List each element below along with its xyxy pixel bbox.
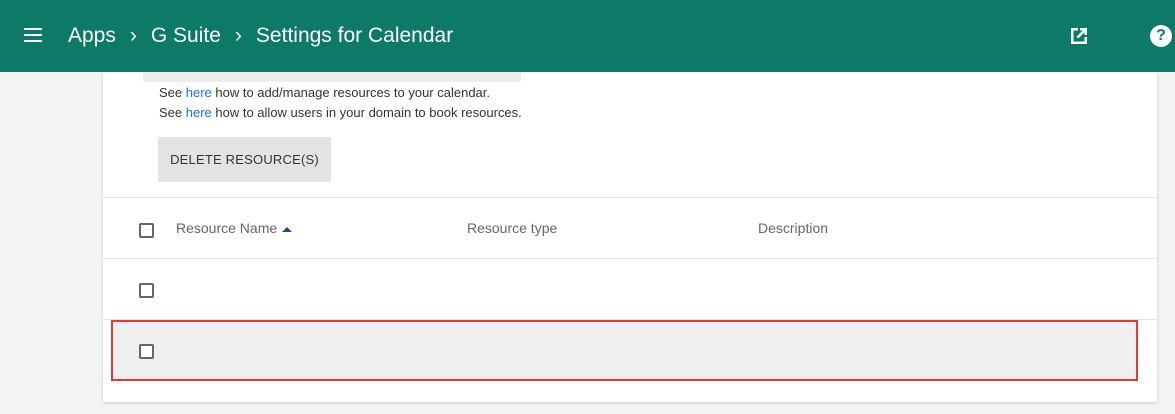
chevron-right-icon: › <box>129 24 137 47</box>
breadcrumb: Apps › G Suite › Settings for Calendar <box>68 22 453 50</box>
chevron-right-icon: › <box>234 24 242 47</box>
column-header-resource-type[interactable]: Resource type <box>467 220 557 236</box>
help-text-booking: See here how to allow users in your doma… <box>159 105 522 120</box>
truncated-text-fragment <box>749 72 773 76</box>
here-link-booking[interactable]: here <box>186 105 212 120</box>
divider <box>103 258 1157 259</box>
breadcrumb-apps[interactable]: Apps <box>68 24 116 47</box>
delete-resources-button[interactable]: DELETE RESOURCE(S) <box>158 137 331 182</box>
help-text-add-resources: See here how to add/manage resources to … <box>159 85 491 100</box>
breadcrumb-gsuite[interactable]: G Suite <box>151 24 221 47</box>
here-link-add-resources[interactable]: here <box>186 85 212 100</box>
open-in-new-icon[interactable] <box>1068 25 1090 47</box>
row-checkbox[interactable] <box>139 283 154 298</box>
divider <box>103 197 1157 198</box>
select-all-checkbox[interactable] <box>139 223 154 238</box>
row-checkbox[interactable] <box>139 344 154 359</box>
table-row-highlighted[interactable] <box>111 320 1138 381</box>
resources-card: See here how to add/manage resources to … <box>103 72 1157 402</box>
app-header: Apps › G Suite › Settings for Calendar ? <box>0 0 1175 72</box>
column-header-description[interactable]: Description <box>758 220 828 236</box>
menu-icon[interactable] <box>24 28 42 42</box>
notice-banner <box>143 72 521 82</box>
sort-ascending-icon <box>282 226 293 232</box>
help-icon[interactable]: ? <box>1150 25 1172 47</box>
column-header-resource-name[interactable]: Resource Name <box>176 220 293 236</box>
page-title: Settings for Calendar <box>255 24 454 47</box>
